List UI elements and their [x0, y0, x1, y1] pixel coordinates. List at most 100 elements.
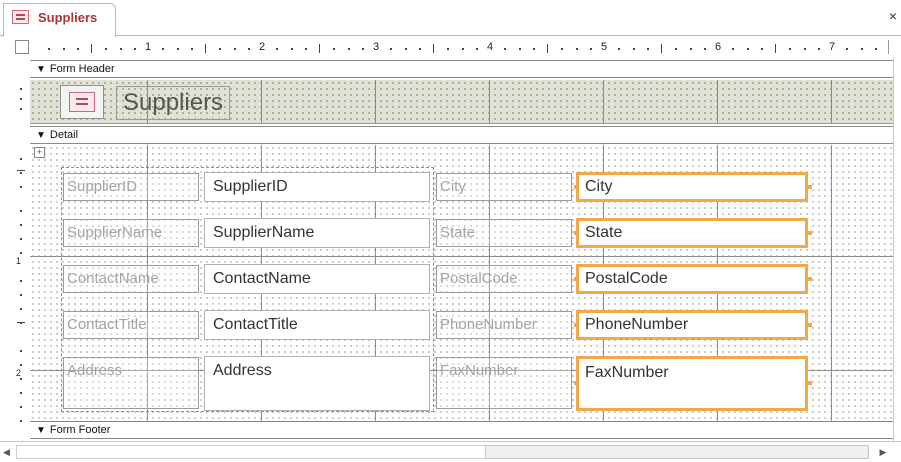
field-supplierid[interactable]: SupplierID	[204, 172, 430, 202]
label-faxnumber[interactable]: FaxNumber	[436, 357, 572, 409]
ruler-tick	[91, 44, 92, 53]
horizontal-scrollbar[interactable]: ◀ ▶	[0, 441, 901, 462]
field-contacttitle[interactable]: ContactTitle	[204, 310, 430, 340]
ruler-dot	[20, 238, 22, 240]
field-suppliername[interactable]: SupplierName	[204, 218, 430, 248]
selection-handle[interactable]	[574, 185, 578, 189]
selection-handle[interactable]	[808, 323, 812, 327]
detail-area[interactable]: + SupplierID SupplierID City City Suppli…	[30, 145, 893, 421]
selection-handle[interactable]	[808, 381, 812, 385]
scroll-left-icon[interactable]: ◀	[3, 446, 15, 458]
field-phonenumber[interactable]: PhoneNumber	[576, 310, 808, 340]
ruler-dot	[176, 48, 179, 50]
field-contactname[interactable]: ContactName	[204, 264, 430, 294]
selection-handle[interactable]	[574, 231, 578, 235]
ruler-dot	[20, 224, 22, 226]
scrollbar-thumb[interactable]	[16, 445, 486, 459]
form-footer-section-bar[interactable]: ▼ Form Footer	[30, 421, 893, 439]
ruler-dot	[20, 308, 22, 310]
ruler-tick	[205, 44, 206, 53]
header-title-label[interactable]: Suppliers	[116, 86, 231, 120]
scroll-right-icon[interactable]: ▶	[877, 446, 889, 458]
move-layout-icon[interactable]: +	[34, 147, 45, 158]
ruler-dot	[20, 252, 22, 254]
section-label-detail: Detail	[49, 129, 79, 141]
ruler-dot	[48, 48, 51, 50]
ruler-dot	[105, 48, 108, 50]
ruler-dot	[618, 48, 621, 50]
ruler-dot	[20, 172, 22, 174]
field-city[interactable]: City	[576, 172, 808, 202]
ruler-dot	[162, 48, 165, 50]
ruler-dot	[361, 48, 364, 50]
label-suppliername[interactable]: SupplierName	[63, 219, 199, 247]
ruler-dot	[390, 48, 393, 50]
selection-handle[interactable]	[574, 323, 578, 327]
vertical-ruler[interactable]: 12	[13, 60, 29, 435]
field-postalcode[interactable]: PostalCode	[576, 264, 808, 294]
ruler-dot	[561, 48, 564, 50]
ruler-dot	[447, 48, 450, 50]
ruler-tick	[17, 170, 25, 171]
label-supplierid[interactable]: SupplierID	[63, 173, 199, 201]
field-address[interactable]: Address	[204, 356, 430, 411]
form-header-section-bar[interactable]: ▼ Form Header	[30, 60, 893, 78]
ruler-dot	[803, 48, 806, 50]
ruler-dot	[76, 48, 79, 50]
selection-handle[interactable]	[808, 185, 812, 189]
ruler-dot	[20, 364, 22, 366]
form-header-area[interactable]: Suppliers	[30, 80, 893, 124]
label-postalcode[interactable]: PostalCode	[436, 265, 572, 293]
section-arrow-icon: ▼	[36, 130, 46, 141]
close-icon[interactable]: ×	[889, 8, 897, 24]
field-faxnumber[interactable]: FaxNumber	[576, 356, 808, 411]
access-design-view: Suppliers × 1234567 12 ▼ Form Header Supp…	[0, 0, 901, 462]
ruler-dot	[20, 210, 22, 212]
ruler-dot	[418, 48, 421, 50]
selection-handle[interactable]	[574, 381, 578, 385]
ruler-dot	[575, 48, 578, 50]
label-address[interactable]: Address	[63, 357, 199, 409]
ruler-dot	[20, 378, 22, 380]
ruler-dot	[20, 280, 22, 282]
section-arrow-icon: ▼	[36, 425, 46, 436]
ruler-dot	[247, 48, 250, 50]
selection-handle[interactable]	[574, 277, 578, 281]
ruler-dot	[62, 48, 65, 50]
ruler-dot	[404, 48, 407, 50]
ruler-end-marker	[888, 40, 898, 54]
ruler-dot	[20, 392, 22, 394]
ruler-dot	[475, 48, 478, 50]
horizontal-ruler[interactable]: 1 2 3 4 5 6 7	[30, 38, 887, 58]
ruler-dot	[233, 48, 236, 50]
form-selector[interactable]	[15, 40, 29, 54]
ruler-tick	[775, 44, 776, 53]
field-state[interactable]: State	[576, 218, 808, 248]
ruler-dot	[20, 406, 22, 408]
ruler-dot	[746, 48, 749, 50]
ruler-dot	[133, 48, 136, 50]
vertical-scrollbar[interactable]	[893, 58, 901, 441]
label-state[interactable]: State	[436, 219, 572, 247]
tab-suppliers[interactable]: Suppliers	[3, 3, 116, 37]
ruler-dot	[20, 294, 22, 296]
header-logo[interactable]	[60, 85, 104, 119]
ruler-dot	[789, 48, 792, 50]
label-contactname[interactable]: ContactName	[63, 265, 199, 293]
selection-handle[interactable]	[808, 277, 812, 281]
ruler-dot	[333, 48, 336, 50]
detail-section-bar[interactable]: ▼ Detail	[30, 126, 893, 144]
ruler-dot	[703, 48, 706, 50]
ruler-dot	[20, 88, 22, 90]
ruler-number: 5	[601, 41, 608, 53]
label-phonenumber[interactable]: PhoneNumber	[436, 311, 572, 339]
label-contacttitle[interactable]: ContactTitle	[63, 311, 199, 339]
ruler-tick	[433, 44, 434, 53]
label-city[interactable]: City	[436, 173, 572, 201]
section-arrow-icon: ▼	[36, 64, 46, 75]
ruler-dot	[817, 48, 820, 50]
ruler-dot	[589, 48, 592, 50]
ruler-dot	[874, 48, 877, 50]
selection-handle[interactable]	[808, 231, 812, 235]
ruler-dot	[190, 48, 193, 50]
